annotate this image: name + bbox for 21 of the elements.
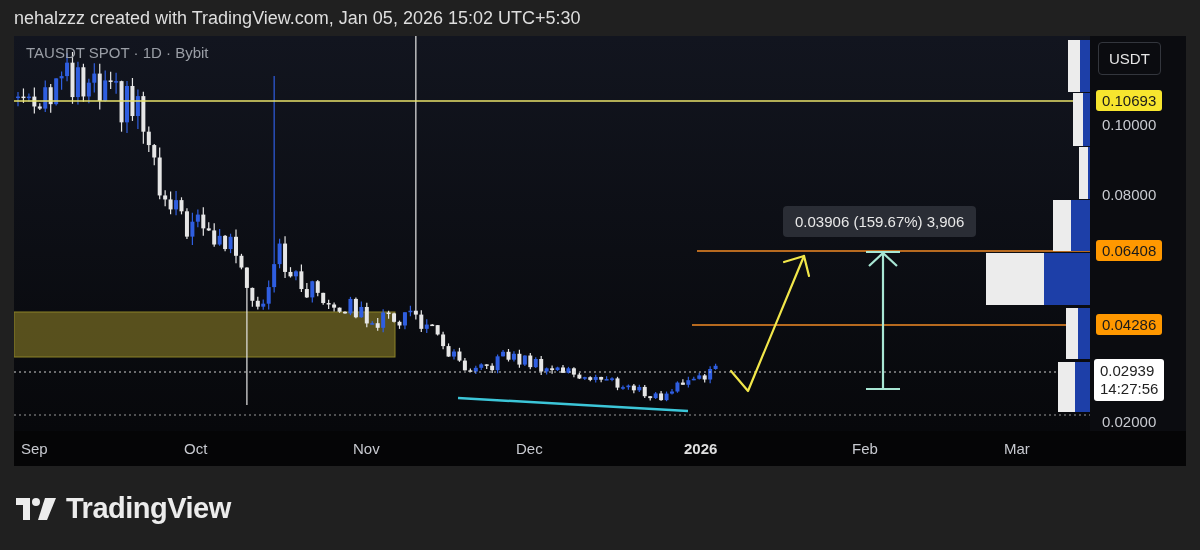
price-tick: 0.08000 xyxy=(1101,185,1158,205)
last-price: 0.02939 xyxy=(1100,362,1156,380)
time-label: 2026 xyxy=(684,440,718,457)
time-label: Mar xyxy=(1004,440,1030,457)
symbol-label: TAUSDT SPOT · 1D · Bybit xyxy=(26,44,209,61)
currency-button[interactable]: USDT xyxy=(1098,42,1161,75)
time-label: Sep xyxy=(21,440,48,457)
brand-name: TradingView xyxy=(66,492,231,525)
price-tick: 0.02000 xyxy=(1101,412,1158,432)
time-label: Dec xyxy=(516,440,543,457)
logo-icon xyxy=(16,497,56,520)
price-marker: 0.06408 xyxy=(1096,240,1163,261)
price-marker: 0.04286 xyxy=(1096,314,1163,335)
time-label: Feb xyxy=(852,440,878,457)
measure-tooltip: 0.03906 (159.67%) 3,906 xyxy=(783,206,977,237)
countdown-timer: 14:27:56 xyxy=(1100,380,1159,398)
time-label: Oct xyxy=(184,440,208,457)
price-marker: 0.10693 xyxy=(1096,90,1163,111)
price-tick: 0.10000 xyxy=(1101,115,1158,135)
snapshot-caption: nehalzzz created with TradingView.com, Jan 05, 2026 15:02 UTC+5:30 xyxy=(14,7,581,29)
time-label: Nov xyxy=(353,440,380,457)
